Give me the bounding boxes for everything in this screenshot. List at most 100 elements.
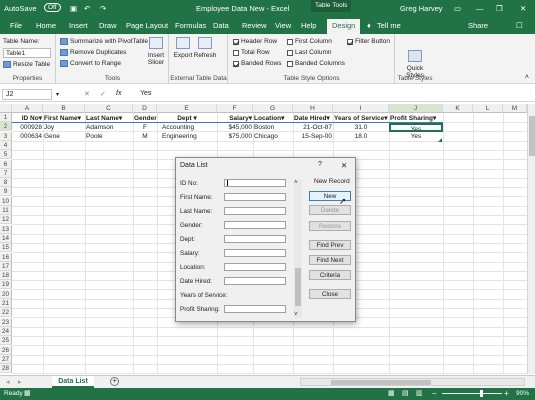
close-icon[interactable]: ✕	[341, 161, 347, 170]
field-input-first-name[interactable]	[224, 193, 286, 201]
column-header[interactable]: G	[253, 104, 293, 113]
restore-icon[interactable]: ❐	[496, 4, 503, 13]
row-header[interactable]: 1	[0, 113, 12, 122]
row-header[interactable]: 15	[0, 243, 12, 253]
formula-input[interactable]: Yes	[140, 90, 151, 97]
banded-rows-checkbox[interactable]: Banded Rows	[233, 60, 281, 67]
namebox-dropdown-icon[interactable]: ▾	[56, 91, 59, 98]
criteria-button[interactable]: Criteria	[309, 270, 351, 280]
column-header[interactable]: H	[293, 104, 333, 113]
header-cell-salary[interactable]: Salary▾	[217, 114, 253, 123]
tab-draw[interactable]: Draw	[99, 21, 117, 30]
field-input-date-hired[interactable]	[224, 277, 286, 285]
scroll-up-icon[interactable]: ˄	[294, 180, 298, 186]
tab-data[interactable]: Data	[213, 21, 229, 30]
header-cell-location[interactable]: Location▾	[253, 114, 293, 123]
record-scrollbar[interactable]: ˄ ˅	[294, 180, 302, 318]
remove-duplicates-button[interactable]: Remove Duplicates	[60, 49, 126, 56]
filter-button-checkbox[interactable]: Filter Button	[347, 38, 390, 45]
user-name[interactable]: Greg Harvey	[400, 4, 443, 13]
help-icon[interactable]: ?	[318, 161, 322, 168]
header-cell-id[interactable]: ID No▾	[12, 114, 43, 123]
table-resize-handle[interactable]	[438, 138, 442, 142]
header-cell-last-name[interactable]: Last Name▾	[85, 114, 133, 123]
field-input-location[interactable]	[224, 263, 286, 271]
row-header[interactable]: 22	[0, 308, 12, 318]
header-cell-first-name[interactable]: First Name▾	[43, 114, 85, 123]
vertical-scrollbar[interactable]	[527, 104, 535, 374]
row-header[interactable]: 10	[0, 196, 12, 206]
row-header[interactable]: 8	[0, 178, 12, 188]
column-header[interactable]: D	[133, 104, 157, 113]
table-cell[interactable]: Accounting	[157, 123, 217, 132]
field-input-profit-sharing[interactable]	[224, 305, 286, 313]
last-column-checkbox[interactable]: Last Column	[287, 49, 332, 56]
filter-dropdown-icon[interactable]: ▾	[384, 115, 387, 122]
row-header[interactable]: 28	[0, 364, 12, 374]
selected-cell[interactable]: Yes	[389, 123, 443, 132]
row-header[interactable]: 24	[0, 326, 12, 336]
header-cell-years-service[interactable]: Years of Service▾	[333, 114, 389, 123]
table-cell[interactable]: 31.0	[333, 123, 389, 132]
row-header[interactable]: 23	[0, 317, 12, 327]
row-header[interactable]: 26	[0, 345, 12, 355]
field-input-gender[interactable]	[224, 221, 286, 229]
minimize-icon[interactable]: —	[476, 4, 484, 13]
field-input-last-name[interactable]	[224, 207, 286, 215]
page-break-view-icon[interactable]: ▥	[416, 389, 423, 397]
field-input-dept[interactable]	[224, 235, 286, 243]
horizontal-scrollbar[interactable]	[300, 378, 525, 386]
scrollbar-thumb[interactable]	[529, 116, 535, 156]
restore-button[interactable]: Restore	[309, 221, 351, 231]
tab-insert[interactable]: Insert	[69, 21, 88, 30]
filter-dropdown-icon[interactable]: ▾	[39, 115, 42, 122]
table-cell[interactable]: Engineering	[157, 132, 217, 141]
table-cell[interactable]: 18.0	[333, 132, 389, 141]
undo-icon[interactable]: ↶	[84, 4, 90, 13]
sheet-tab-data-list[interactable]: Data List	[52, 376, 94, 388]
tab-home[interactable]: Home	[36, 21, 56, 30]
insert-slicer-button[interactable]: Insert Slicer	[145, 37, 167, 66]
row-header[interactable]: 13	[0, 224, 12, 234]
row-header[interactable]: 27	[0, 354, 12, 364]
zoom-level[interactable]: 90%	[516, 390, 529, 397]
refresh-button[interactable]: Refresh	[194, 37, 216, 59]
autosave-toggle[interactable]: Off	[44, 3, 61, 12]
tab-view[interactable]: View	[275, 21, 291, 30]
table-name-input[interactable]: Table1	[3, 48, 51, 58]
column-header[interactable]: I	[333, 104, 389, 113]
table-cell[interactable]: 15-Sep-00	[293, 132, 333, 141]
row-header[interactable]: 5	[0, 150, 12, 160]
select-all-corner[interactable]	[0, 104, 12, 113]
table-cell[interactable]: Chicago	[253, 132, 293, 141]
table-cell[interactable]: 21-Oct-87	[293, 123, 333, 132]
row-header[interactable]: 6	[0, 159, 12, 169]
table-cell[interactable]: Gene	[43, 132, 85, 141]
comments-icon[interactable]: ☐	[516, 21, 523, 30]
row-header[interactable]: 25	[0, 336, 12, 346]
tab-help[interactable]: Help	[301, 21, 316, 30]
tab-design[interactable]: Design	[327, 19, 361, 34]
confirm-entry-icon[interactable]: ✓	[100, 90, 106, 98]
table-cell[interactable]: Joy	[43, 123, 85, 132]
tell-me-search[interactable]: Tell me	[377, 21, 401, 30]
row-header[interactable]: 4	[0, 140, 12, 150]
column-header[interactable]: F	[217, 104, 253, 113]
column-header[interactable]: M	[503, 104, 527, 113]
redo-icon[interactable]: ↷	[100, 4, 106, 13]
table-cell[interactable]: Adamson	[85, 123, 133, 132]
header-cell-gender[interactable]: Gender	[133, 114, 157, 123]
save-icon[interactable]: ▣	[70, 4, 77, 13]
filter-dropdown-icon[interactable]: ▾	[281, 115, 284, 122]
column-header[interactable]: E	[157, 104, 217, 113]
row-header[interactable]: 7	[0, 168, 12, 178]
column-header[interactable]: K	[443, 104, 473, 113]
next-sheet-icon[interactable]: ▸	[18, 378, 22, 386]
filter-dropdown-icon[interactable]: ▾	[119, 115, 122, 122]
row-header[interactable]: 11	[0, 206, 12, 215]
header-cell-profit-sharing[interactable]: Profit Sharing▾	[389, 114, 443, 123]
add-sheet-icon[interactable]: +	[110, 377, 119, 386]
table-cell[interactable]: 000634	[12, 132, 43, 141]
export-button[interactable]: Export	[173, 37, 193, 59]
horizontal-scrollbar-thumb[interactable]	[331, 380, 431, 385]
